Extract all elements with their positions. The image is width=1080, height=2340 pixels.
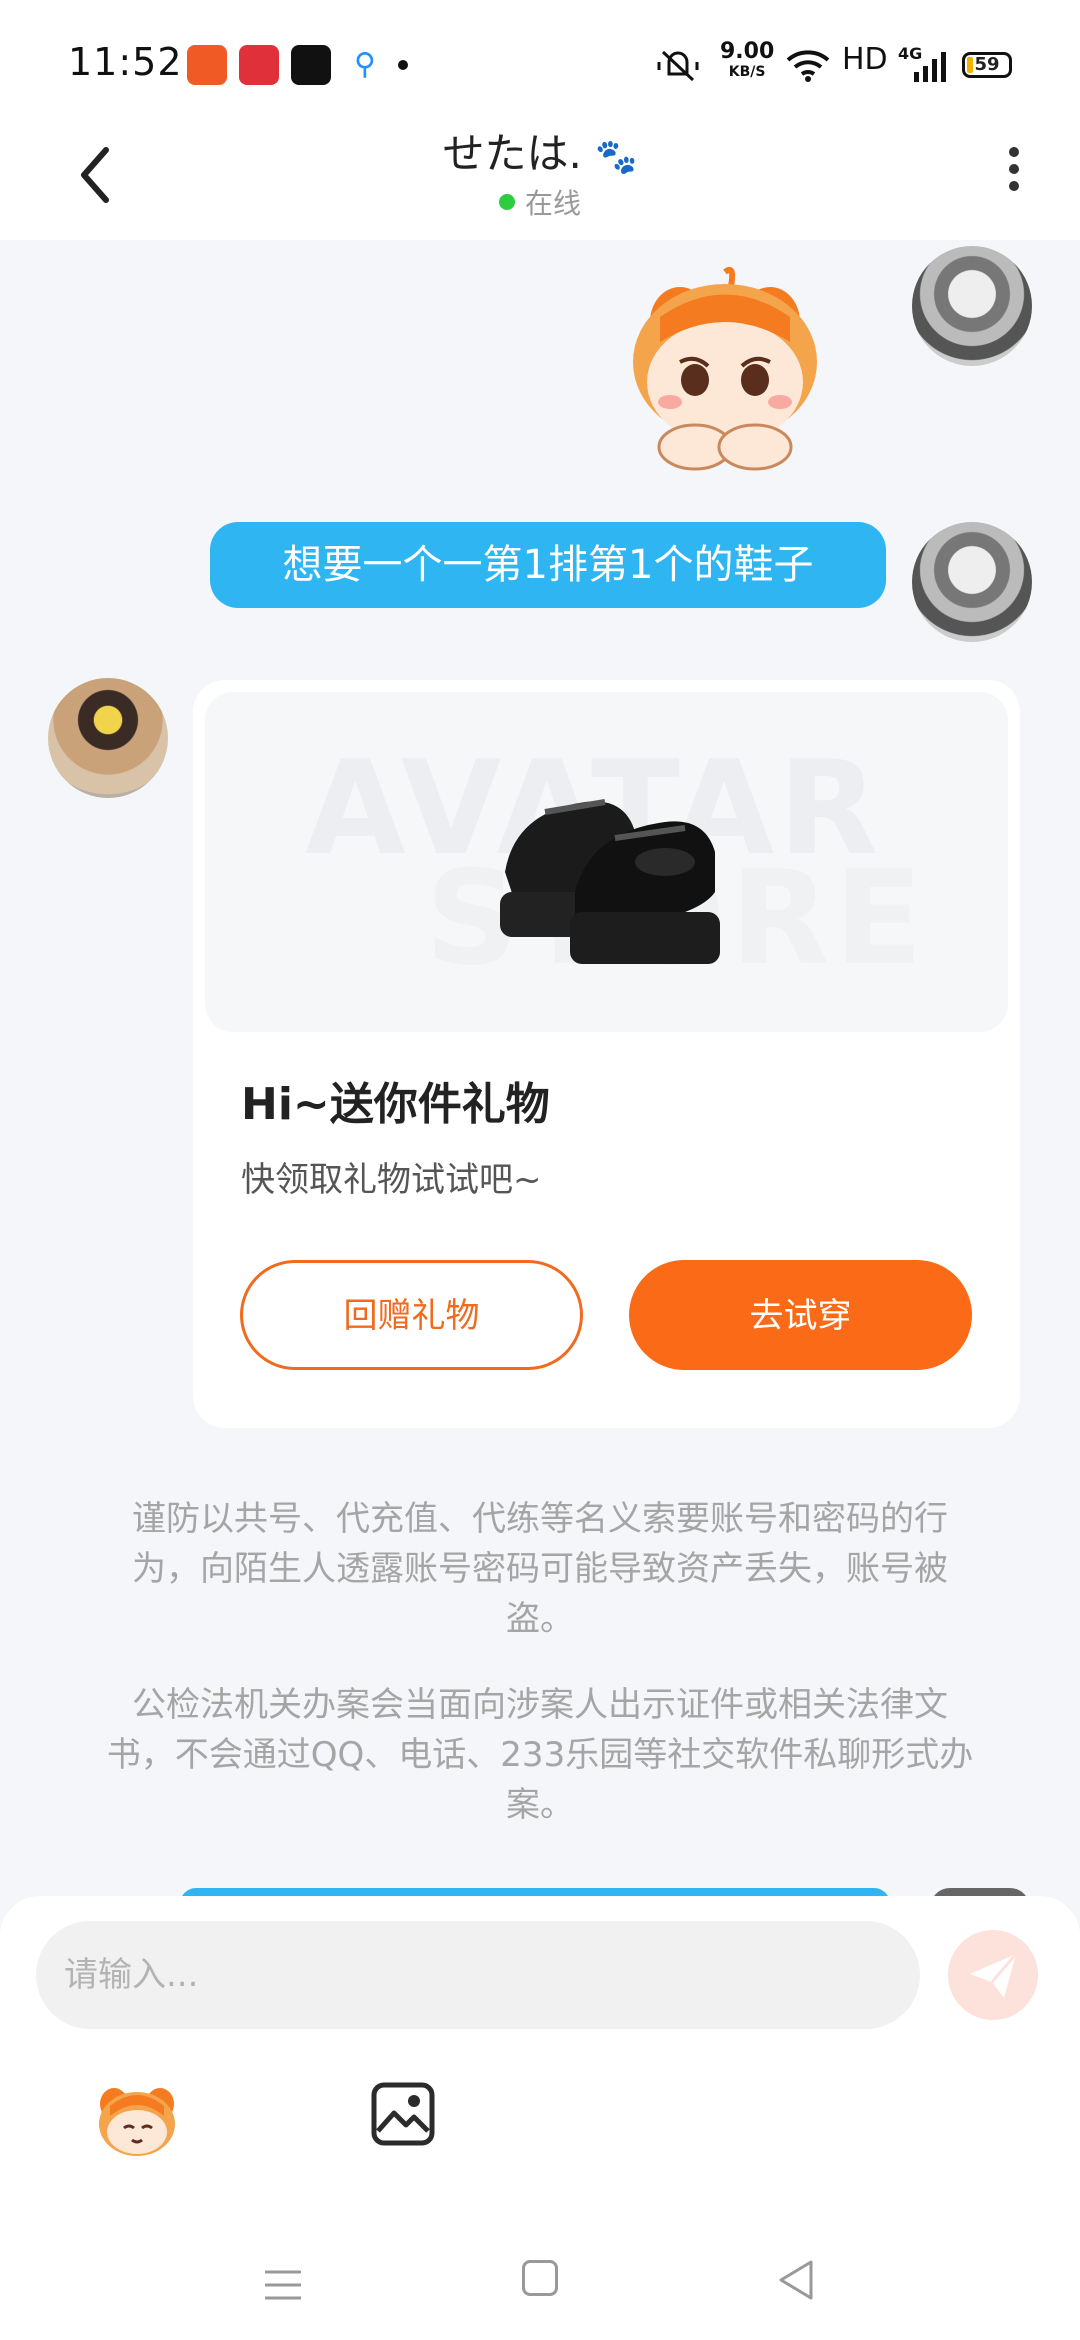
mute-icon (657, 50, 699, 82)
paw-icon: 🐾 (595, 137, 638, 177)
gift-card-subtitle: 快领取礼物试试吧~ (241, 1160, 542, 1200)
sticker-message[interactable] (600, 262, 850, 472)
status-bar: 11:52 ⚲ 9.00 KB/S HD 4G 59 (0, 0, 1080, 110)
status-time: 11:52 (68, 40, 183, 84)
home-icon[interactable] (522, 2260, 558, 2296)
contact-avatar[interactable] (48, 678, 168, 798)
message-input[interactable]: 请输入... (36, 1921, 920, 2029)
network-speed: 9.00 KB/S (720, 39, 775, 81)
online-status-text: 在线 (524, 187, 581, 220)
return-gift-button[interactable]: 回赠礼物 (240, 1260, 583, 1370)
gift-image: AVATAR STORE (205, 692, 1008, 1032)
emoji-sticker-icon[interactable] (92, 2078, 182, 2158)
contact-title: せたは. 🐾 (0, 120, 1080, 181)
my-avatar[interactable] (912, 522, 1032, 642)
my-avatar[interactable] (912, 246, 1032, 366)
image-icon[interactable] (370, 2081, 436, 2147)
shoes-image (500, 799, 720, 964)
signal-icon (914, 52, 946, 82)
notification-app-icon (187, 45, 227, 85)
online-status: 在线 (0, 182, 1080, 222)
tiktok-icon (291, 45, 331, 85)
wifi-icon (786, 50, 830, 82)
gift-card[interactable]: AVATAR STORE Hi~送你件礼物 快领取礼物试试吧~ 回赠礼物 去试穿 (193, 680, 1020, 1428)
battery-icon: 59 (962, 52, 1012, 78)
legal-notice: 公检法机关办案会当面向涉案人出示证件或相关法律文书，不会通过QQ、电话、233乐… (106, 1685, 974, 1825)
system-nav-bar (0, 2230, 1080, 2340)
more-notifications-dot (398, 60, 408, 70)
contact-name: せたは. (442, 129, 582, 178)
try-on-button[interactable]: 去试穿 (629, 1260, 972, 1370)
notification-app-icon (239, 45, 279, 85)
anti-fraud-notice: 谨防以共号、代充值、代练等名义索要账号和密码的行为，向陌生人透露账号密码可能导致… (132, 1499, 948, 1639)
sent-message-bubble[interactable]: 想要一个一第1排第1个的鞋子 (210, 522, 886, 608)
search-notification-icon: ⚲ (354, 47, 376, 82)
back-triangle-icon[interactable] (775, 2258, 815, 2302)
online-dot-icon (498, 194, 515, 210)
hd-label: HD (842, 42, 888, 77)
send-icon[interactable] (948, 1930, 1038, 2020)
gift-card-title: Hi~送你件礼物 (241, 1079, 550, 1130)
chat-header: せたは. 🐾 在线 (0, 110, 1080, 240)
more-vertical-icon[interactable] (996, 140, 1032, 210)
recent-apps-icon[interactable] (263, 2267, 303, 2303)
